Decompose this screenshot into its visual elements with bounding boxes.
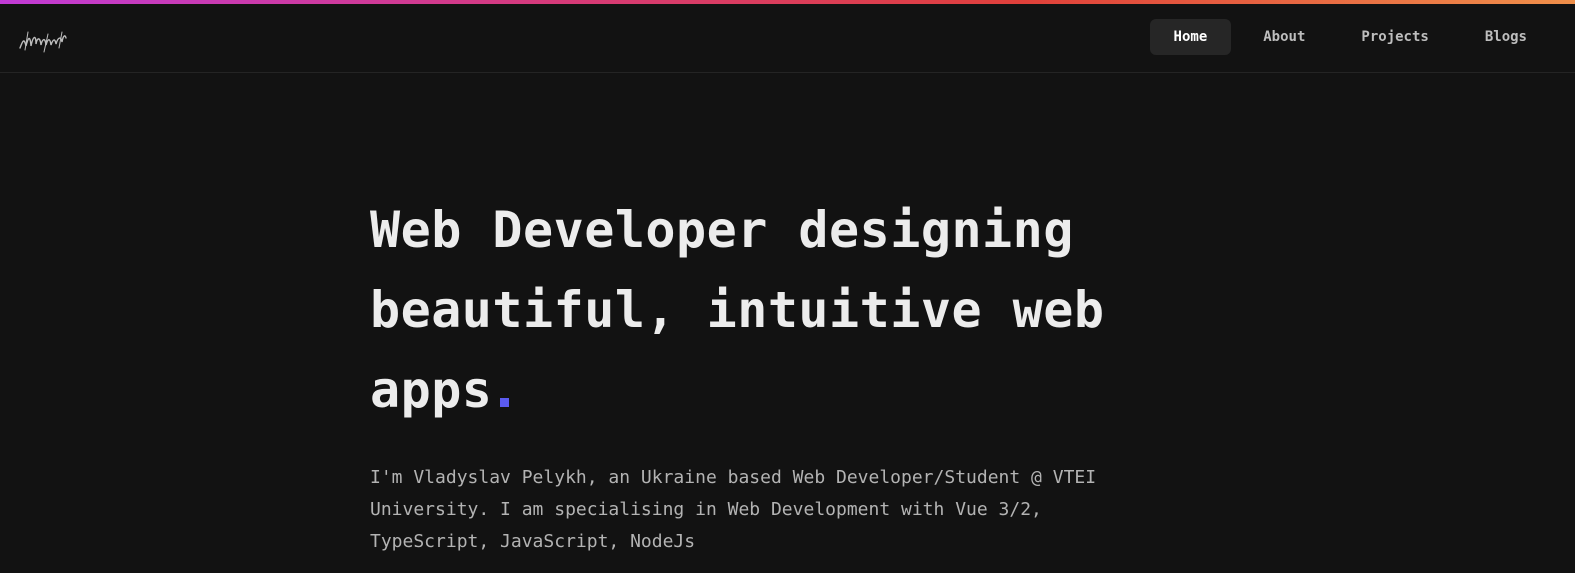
navbar: Home About Projects Blogs xyxy=(0,4,1575,73)
headline-line-1: Web Developer designing xyxy=(370,201,1074,259)
nav-item-blogs[interactable]: Blogs xyxy=(1461,19,1551,55)
nav-item-home[interactable]: Home xyxy=(1149,19,1232,55)
main-nav: Home About Projects Blogs xyxy=(1142,19,1551,55)
hero-headline: Web Developer designing beautiful, intui… xyxy=(370,190,1170,430)
headline-line-2: beautiful, intuitive web xyxy=(370,281,1105,339)
nav-item-about[interactable]: About xyxy=(1239,19,1329,55)
page: Home About Projects Blogs Web Developer … xyxy=(0,0,1575,573)
accent-dot-icon xyxy=(500,398,510,407)
nav-item-projects[interactable]: Projects xyxy=(1337,19,1452,55)
hero-section: Web Developer designing beautiful, intui… xyxy=(370,190,1170,558)
hero-intro-text: I'm Vladyslav Pelykh, an Ukraine based W… xyxy=(370,467,1097,552)
signature-logo-icon[interactable] xyxy=(18,28,70,54)
headline-line-3: apps xyxy=(370,361,493,419)
